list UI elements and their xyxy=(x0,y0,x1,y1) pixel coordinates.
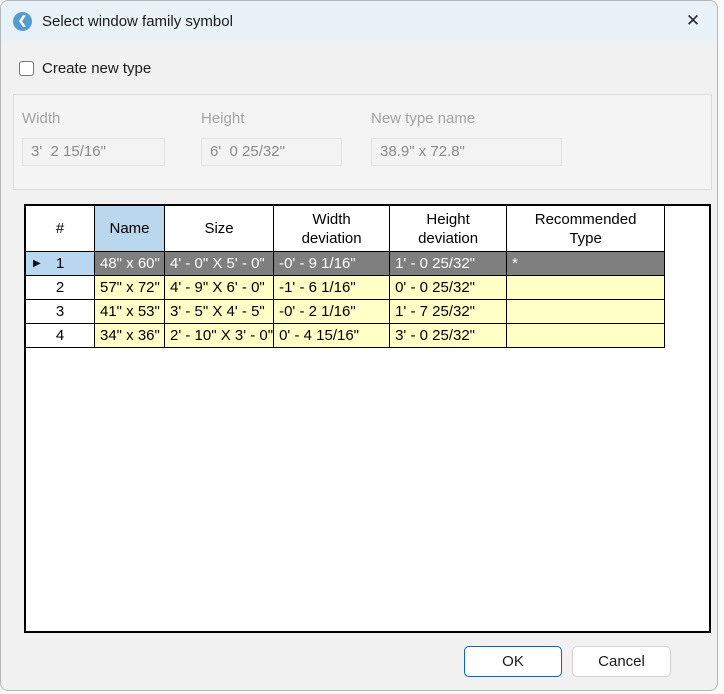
table-row: 257" x 72"4' - 9" X 6' - 0"-1' - 6 1/16"… xyxy=(26,276,665,300)
grid-cell[interactable]: -0' - 2 1/16" xyxy=(274,300,390,324)
ok-button-label: OK xyxy=(502,653,524,670)
create-new-type-checkbox[interactable] xyxy=(19,61,34,76)
select-window-family-symbol-dialog: ❮ Select window family symbol ✕ Create n… xyxy=(0,0,718,691)
grid-cell[interactable]: 0' - 0 25/32" xyxy=(390,276,507,300)
back-chevron-app-icon: ❮ xyxy=(13,12,32,31)
grid-cell[interactable]: 41" x 53" xyxy=(95,300,165,324)
grid-cell[interactable] xyxy=(507,300,665,324)
new-type-name-field-group: New type name 38.9" x 72.8" xyxy=(371,110,562,166)
grid-cell[interactable]: 48" x 60" xyxy=(95,252,165,276)
row-number-cell[interactable]: 2 xyxy=(26,276,95,300)
grid-cell[interactable]: -0' - 9 1/16" xyxy=(274,252,390,276)
grid-cell[interactable]: * xyxy=(507,252,665,276)
table-row: ▶148" x 60"4' - 0" X 5' - 0"-0' - 9 1/16… xyxy=(26,252,665,276)
grid-cell[interactable]: 3' - 0 25/32" xyxy=(390,324,507,348)
column-header-num[interactable]: # xyxy=(26,206,95,252)
dialog-title: Select window family symbol xyxy=(42,13,233,30)
width-label: Width xyxy=(22,110,165,127)
ok-button[interactable]: OK xyxy=(464,646,562,677)
height-label: Height xyxy=(201,110,342,127)
column-header-size[interactable]: Size xyxy=(165,206,274,252)
grid-header-row: #NameSizeWidth deviationHeight deviation… xyxy=(26,206,665,252)
grid-cell[interactable]: 1' - 7 25/32" xyxy=(390,300,507,324)
grid-cell[interactable]: 0' - 4 15/16" xyxy=(274,324,390,348)
cancel-button[interactable]: Cancel xyxy=(572,646,671,677)
close-icon: ✕ xyxy=(686,11,700,31)
width-input[interactable]: 3' 2 15/16" xyxy=(22,138,165,166)
row-number-cell[interactable]: 3 xyxy=(26,300,95,324)
column-header-height-deviation[interactable]: Height deviation xyxy=(390,206,507,252)
column-header-name[interactable]: Name xyxy=(95,206,165,252)
grid-cell[interactable]: 2' - 10" X 3' - 0" xyxy=(165,324,274,348)
grid-cell[interactable]: 3' - 5" X 4' - 5" xyxy=(165,300,274,324)
column-header-width-deviation[interactable]: Width deviation xyxy=(274,206,390,252)
family-symbol-table: #NameSizeWidth deviationHeight deviation… xyxy=(25,205,665,348)
table-row: 434" x 36"2' - 10" X 3' - 0"0' - 4 15/16… xyxy=(26,324,665,348)
family-symbol-grid: #NameSizeWidth deviationHeight deviation… xyxy=(24,204,711,633)
row-number-cell[interactable]: 4 xyxy=(26,324,95,348)
selected-row-arrow-icon: ▶ xyxy=(33,259,41,269)
grid-cell[interactable]: 34" x 36" xyxy=(95,324,165,348)
grid-cell[interactable] xyxy=(507,324,665,348)
width-field-group: Width 3' 2 15/16" xyxy=(22,110,165,166)
grid-cell[interactable]: 1' - 0 25/32" xyxy=(390,252,507,276)
grid-cell[interactable]: 57" x 72" xyxy=(95,276,165,300)
grid-cell[interactable]: -1' - 6 1/16" xyxy=(274,276,390,300)
grid-cell[interactable] xyxy=(507,276,665,300)
dimensions-panel: Width 3' 2 15/16" Height 6' 0 25/32" New… xyxy=(13,94,712,190)
create-new-type-label: Create new type xyxy=(42,60,151,77)
cancel-button-label: Cancel xyxy=(598,653,645,670)
table-row: 341" x 53"3' - 5" X 4' - 5"-0' - 2 1/16"… xyxy=(26,300,665,324)
height-field-group: Height 6' 0 25/32" xyxy=(201,110,342,166)
row-number-cell[interactable]: ▶1 xyxy=(26,252,95,276)
grid-cell[interactable]: 4' - 0" X 5' - 0" xyxy=(165,252,274,276)
grid-cell[interactable]: 4' - 9" X 6' - 0" xyxy=(165,276,274,300)
title-bar: ❮ Select window family symbol ✕ xyxy=(1,1,717,41)
height-input[interactable]: 6' 0 25/32" xyxy=(201,138,342,166)
create-new-type-row: Create new type xyxy=(19,60,151,77)
new-type-name-label: New type name xyxy=(371,110,562,127)
chevron-left-icon: ❮ xyxy=(18,16,27,27)
new-type-name-input[interactable]: 38.9" x 72.8" xyxy=(371,138,562,166)
column-header-recommended-type[interactable]: Recommended Type xyxy=(507,206,665,252)
close-button[interactable]: ✕ xyxy=(677,7,709,35)
